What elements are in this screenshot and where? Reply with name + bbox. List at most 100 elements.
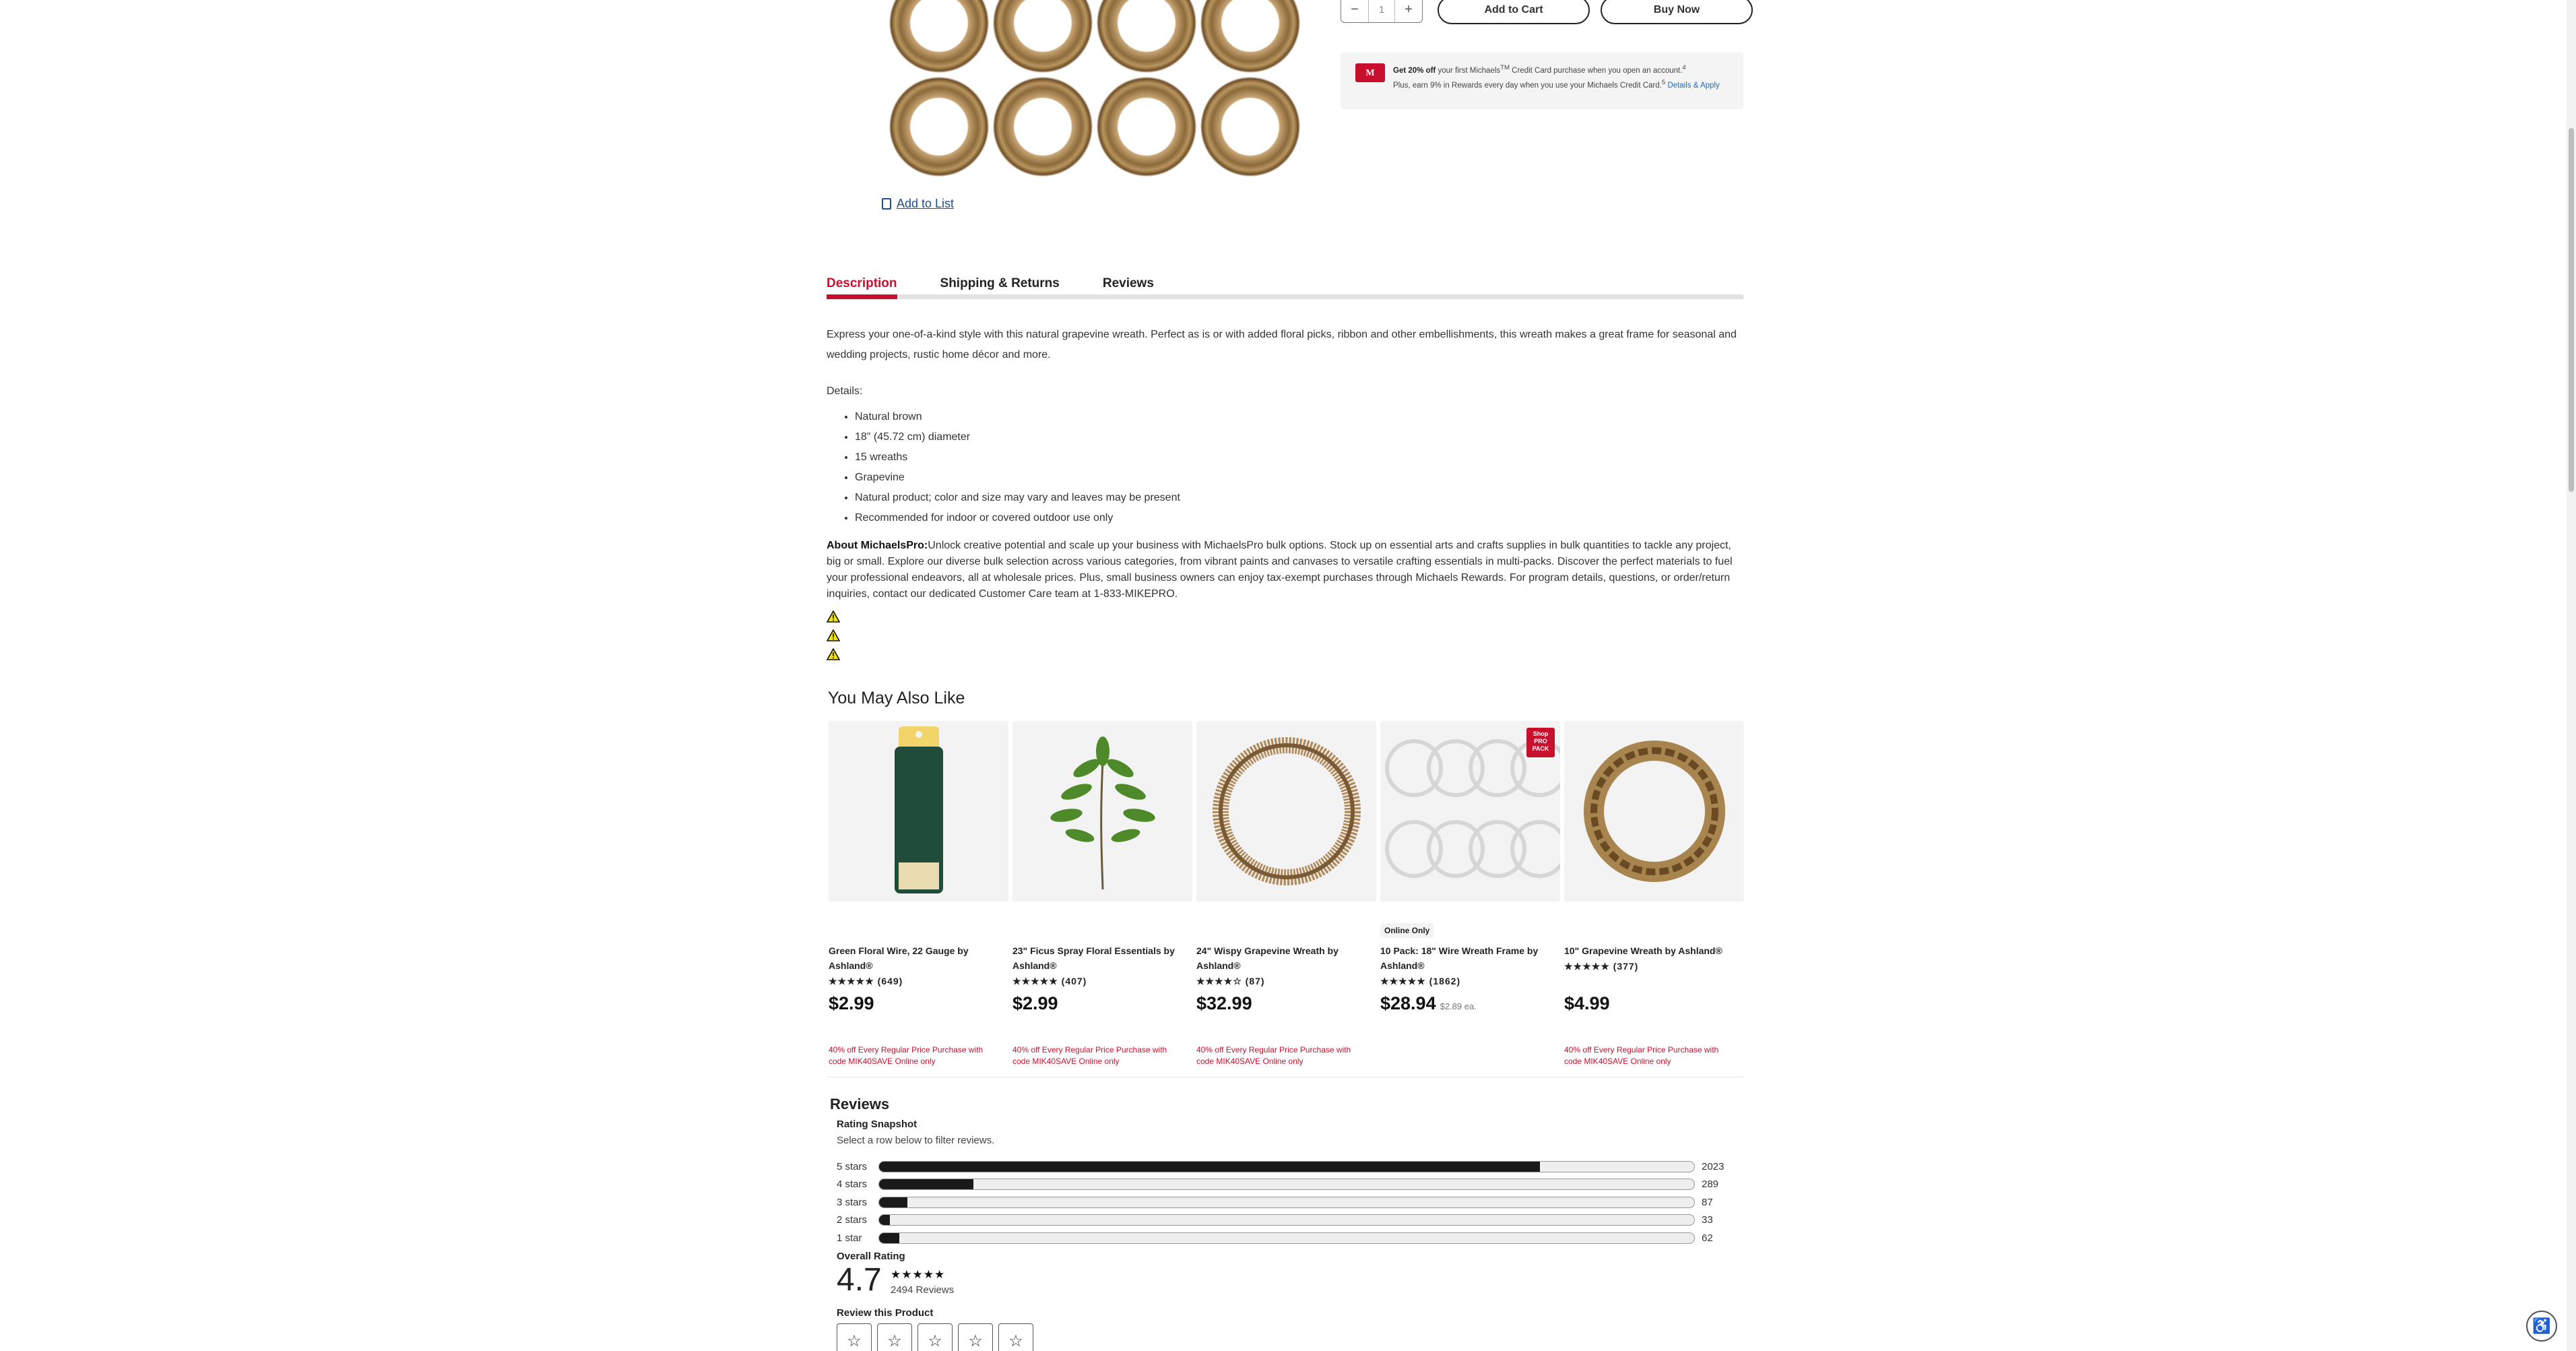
rating-histogram: 5 stars 2023 4 stars 289 3 stars 87 2 st… (837, 1158, 1739, 1247)
rating-row-5[interactable]: 5 stars 2023 (837, 1158, 1739, 1176)
product-promo: 40% off Every Regular Price Purchase wit… (829, 1045, 984, 1066)
product-promo: 40% off Every Regular Price Purchase wit… (1564, 1045, 1719, 1066)
buy-now-button[interactable]: Buy Now (1601, 0, 1753, 24)
ficus-spray-image (1050, 736, 1155, 890)
product-image[interactable] (1196, 721, 1376, 902)
star-3-button[interactable]: ☆ (917, 1323, 953, 1351)
product-carousel: Green Floral Wire, 22 Gauge by Ashland® … (829, 721, 1744, 1066)
floral-wire-image (895, 726, 943, 893)
accessibility-icon[interactable]: ♿ (2526, 1311, 2557, 1342)
michaels-card-logo: M (1355, 63, 1385, 82)
review-count: (649) (877, 976, 903, 986)
overall-star-rating: ★★★★★ (891, 1268, 946, 1281)
product-tabs: Description Shipping & Returns Reviews (827, 274, 1743, 299)
reviews-heading: Reviews (830, 1096, 890, 1112)
details-apply-link[interactable]: Details & Apply (1667, 82, 1719, 90)
about-label: About MichaelsPro: (827, 540, 928, 551)
star-rating: ★★★★★ (829, 976, 874, 986)
product-image[interactable] (1012, 721, 1192, 902)
list-item: Natural product; color and size may vary… (855, 488, 1743, 508)
wreath-image (889, 0, 989, 73)
qty-input[interactable]: 1 (1368, 0, 1395, 22)
wreath-image (993, 0, 1093, 73)
rating-bar (878, 1214, 1695, 1226)
rating-row-2[interactable]: 2 stars 33 (837, 1212, 1739, 1230)
review-this-product-label: Review this Product (837, 1307, 934, 1319)
review-count: (87) (1245, 976, 1265, 986)
product-name[interactable]: 24" Wispy Grapevine Wreath by Ashland® (1196, 943, 1372, 973)
tab-description[interactable]: Description (827, 274, 897, 299)
rating-row-4[interactable]: 4 stars 289 (837, 1176, 1739, 1194)
star-rating: ★★★★★ (1564, 961, 1610, 972)
product-name[interactable]: 10 Pack: 18" Wire Wreath Frame by Ashlan… (1380, 943, 1555, 973)
qty-increase-button[interactable]: + (1395, 0, 1422, 22)
product-rating: ★★★★★ (1862) (1380, 976, 1460, 987)
wreath-image (993, 77, 1093, 177)
product-price: $2.99 (829, 993, 874, 1013)
online-only-badge: Online Only (1380, 923, 1434, 938)
star-4-button[interactable]: ☆ (958, 1323, 993, 1351)
details-list: Natural brown 18" (45.72 cm) diameter 15… (827, 407, 1743, 528)
product-promo: 40% off Every Regular Price Purchase wit… (1196, 1045, 1351, 1066)
quantity-stepper[interactable]: − 1 + (1341, 0, 1423, 23)
list-item: 18" (45.72 cm) diameter (855, 427, 1743, 447)
product-price: $4.99 (1564, 993, 1610, 1013)
product-card[interactable]: 23" Ficus Spray Floral Essentials by Ash… (1012, 721, 1192, 1066)
qty-decrease-button[interactable]: − (1341, 0, 1368, 22)
unit-price: $2.89 ea. (1440, 1001, 1477, 1011)
rating-bar (878, 1232, 1695, 1244)
star-2-button[interactable]: ☆ (877, 1323, 912, 1351)
product-image[interactable]: Shop PRO PACK (1380, 721, 1560, 902)
add-to-list-label: Add to List (897, 197, 955, 210)
review-star-input: ☆ ☆ ☆ ☆ ☆ (837, 1323, 1033, 1351)
rating-bar-fill (879, 1232, 900, 1243)
promo-text: your first Michaels (1436, 66, 1501, 75)
overall-rating-label: Overall Rating (837, 1251, 905, 1262)
about-text: Unlock creative potential and scale up y… (827, 540, 1733, 600)
add-to-list-link[interactable]: Add to List (882, 197, 954, 211)
description-panel: Express your one-of-a-kind style with th… (827, 325, 1743, 660)
rating-row-1[interactable]: 1 star 62 (837, 1229, 1739, 1247)
list-icon (882, 198, 891, 210)
product-card[interactable]: 24" Wispy Grapevine Wreath by Ashland® ★… (1196, 721, 1376, 1066)
overall-review-count[interactable]: 2494 Reviews (891, 1284, 954, 1296)
tab-reviews[interactable]: Reviews (1103, 274, 1154, 296)
list-item: Grapevine (855, 468, 1743, 488)
wreath-image (1097, 77, 1196, 177)
product-image[interactable] (829, 721, 1008, 902)
grapevine-wreath-image (1584, 741, 1725, 882)
wreath-image (889, 77, 989, 177)
star-5-button[interactable]: ☆ (998, 1323, 1033, 1351)
page-scrollbar[interactable] (2567, 0, 2576, 1351)
product-name[interactable]: 10" Grapevine Wreath by Ashland® (1564, 943, 1739, 958)
product-name[interactable]: Green Floral Wire, 22 Gauge by Ashland® (829, 943, 1004, 973)
product-image[interactable] (889, 0, 1307, 177)
product-price: $28.94 $2.89 ea. (1380, 993, 1477, 1013)
review-count: (377) (1613, 961, 1639, 972)
product-card[interactable]: Green Floral Wire, 22 Gauge by Ashland® … (829, 721, 1008, 1066)
product-price: $2.99 (1012, 993, 1058, 1013)
product-name[interactable]: 23" Ficus Spray Floral Essentials by Ash… (1012, 943, 1188, 973)
warning-icon (827, 610, 840, 623)
rating-bar (878, 1196, 1695, 1208)
warning-icon (827, 648, 840, 660)
product-image[interactable] (1564, 721, 1744, 902)
wreath-image (1200, 77, 1300, 177)
add-to-cart-button[interactable]: Add to Cart (1438, 0, 1590, 24)
rating-row-3[interactable]: 3 stars 87 (837, 1193, 1739, 1212)
star-1-button[interactable]: ☆ (837, 1323, 872, 1351)
scrollbar-thumb[interactable] (2569, 128, 2574, 492)
product-card[interactable]: Shop PRO PACK Online Only 10 Pack: 18" W… (1380, 721, 1560, 1013)
product-rating: ★★★★★ (377) (1564, 961, 1638, 972)
product-rating: ★★★★★ (407) (1012, 976, 1087, 987)
tab-shipping-returns[interactable]: Shipping & Returns (940, 274, 1060, 296)
product-card[interactable]: 10" Grapevine Wreath by Ashland® ★★★★★ (… (1564, 721, 1744, 1066)
product-promo: 40% off Every Regular Price Purchase wit… (1012, 1045, 1167, 1066)
pro-pack-badge: Shop PRO PACK (1526, 728, 1555, 757)
promo-bold: Get 20% off (1393, 66, 1436, 75)
description-intro: Express your one-of-a-kind style with th… (827, 329, 1737, 360)
star-rating: ★★★★★ (1012, 976, 1058, 986)
rating-bar-fill (879, 1197, 908, 1207)
rating-bar (878, 1160, 1695, 1172)
wreath-image (1200, 0, 1300, 73)
